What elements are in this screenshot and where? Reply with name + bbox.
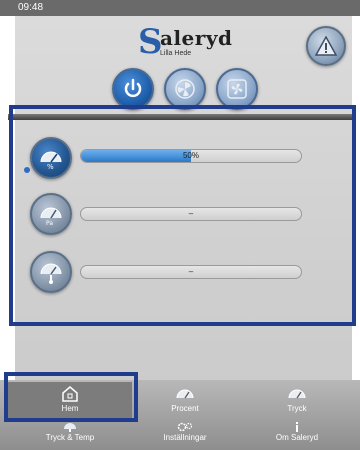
warning-triangle-icon [315,36,337,56]
logo-initial: S [138,22,163,62]
pressure-gauge-icon [288,389,306,399]
pressure-gauge-button[interactable]: Pa [30,193,72,235]
nav-item-procent[interactable]: Procent [135,385,235,413]
status-time: 09:48 [18,2,44,13]
info-icon [296,422,298,432]
nav-label-tryck-temp: Tryck & Temp [45,433,95,442]
pressure-value: – [188,209,194,218]
power-button[interactable] [112,68,154,110]
fan-speed-icon [175,79,195,99]
fan-button[interactable] [216,68,258,110]
svg-text:%: % [47,163,54,171]
status-bar: 09:48 [0,0,360,16]
percent-bar: 50% [80,149,302,163]
pressure-bar: – [80,207,302,221]
nav-item-tryck[interactable]: Tryck [247,385,347,413]
fan-speed-button[interactable] [164,68,206,110]
percent-gauge-icon: % [40,151,62,171]
percent-gauge-button[interactable]: % [30,137,72,179]
nav-item-tryck-temp[interactable]: Tryck & Temp [20,422,120,442]
temperature-gauge-icon [40,263,62,284]
logo-tagline: Lilla Hede [160,50,192,57]
percent-value: 50% [182,151,199,160]
pressure-temp-icon [64,423,76,432]
nav-item-om-saleryd[interactable]: Om Saleryd [247,422,347,442]
svg-text:Pa: Pa [46,220,53,227]
nav-label-tryck: Tryck [287,404,307,413]
brand-logo: S aleryd Lilla Hede [138,24,238,60]
fan-icon [227,79,247,99]
pressure-gauge-icon: Pa [40,207,62,227]
active-indicator-dot [24,167,30,173]
temperature-gauge-button[interactable] [30,251,72,293]
nav-item-installningar[interactable]: Inställningar [135,422,235,442]
nav-label-procent: Procent [171,404,199,413]
temperature-bar: – [80,265,302,279]
settings-gears-icon [177,422,193,432]
temperature-value: – [188,267,194,276]
power-icon [124,78,142,98]
logo-name: aleryd [160,26,233,50]
warning-button[interactable] [306,26,346,66]
percent-gauge-icon [176,389,194,399]
home-highlight-box [4,372,138,422]
nav-label-om-saleryd: Om Saleryd [275,433,319,442]
nav-label-installningar: Inställningar [163,433,207,442]
